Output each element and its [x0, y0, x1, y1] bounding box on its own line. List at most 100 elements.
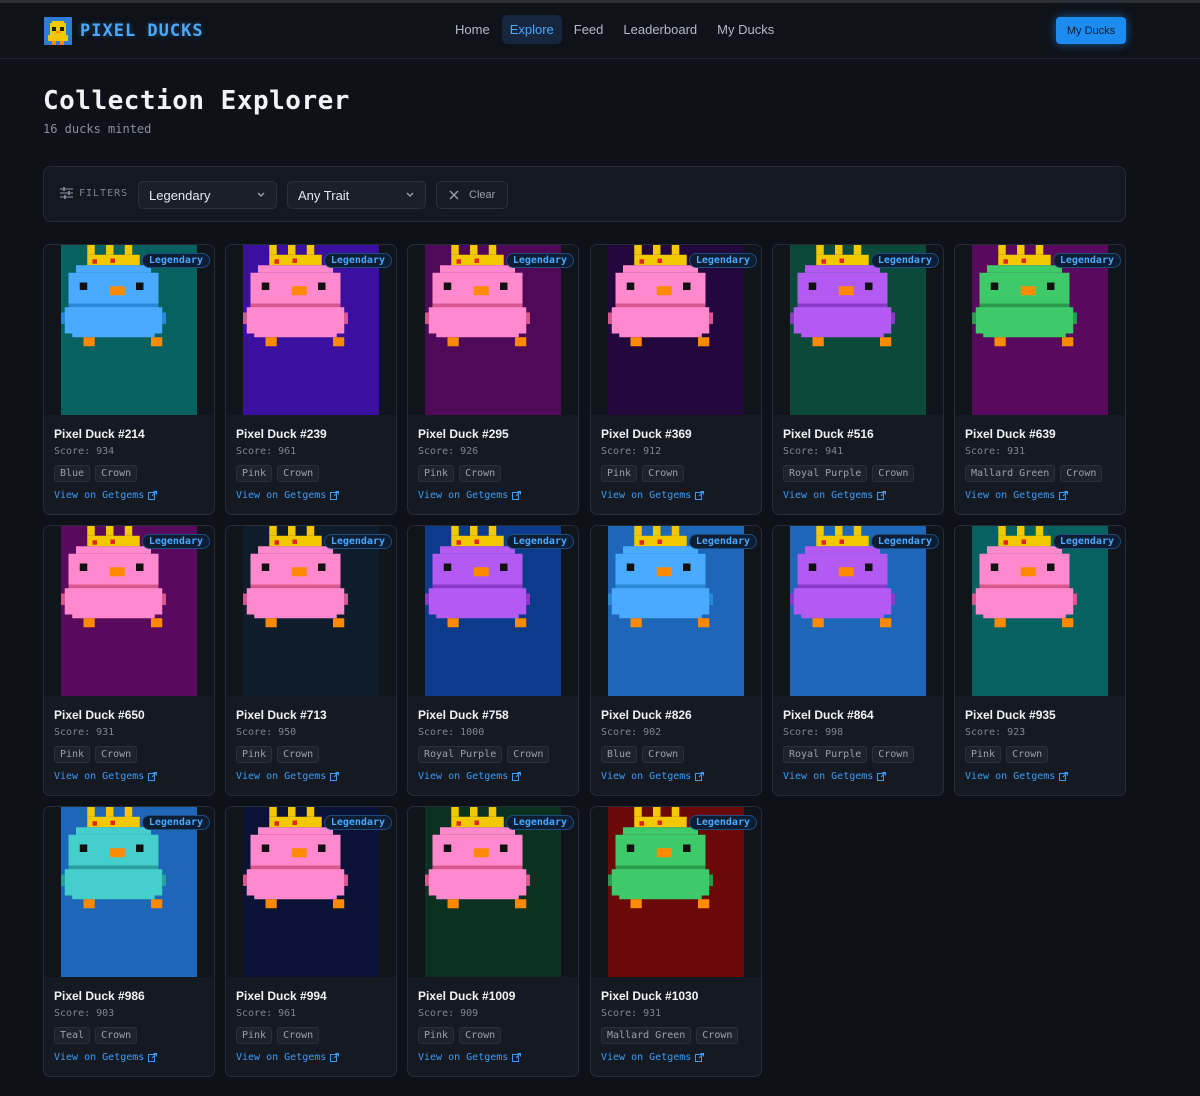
duck-artwork[interactable]: Legendary [226, 526, 396, 696]
nav-my-ducks[interactable]: My Ducks [709, 15, 782, 44]
trait-tag-color: Teal [54, 1027, 91, 1044]
duck-card[interactable]: Legendary Pixel Duck #516 Score: 941 Roy… [772, 244, 944, 515]
duck-name: Pixel Duck #516 [783, 427, 874, 441]
trait-tags: Pink Crown [965, 746, 1049, 763]
duck-art [61, 245, 197, 415]
view-on-getgems-link[interactable]: View on Getgems [965, 771, 1069, 782]
duck-card[interactable]: Legendary Pixel Duck #650 Score: 931 Pin… [43, 525, 215, 796]
view-on-getgems-link[interactable]: View on Getgems [418, 1052, 522, 1063]
view-on-getgems-link[interactable]: View on Getgems [965, 490, 1069, 501]
nav-leaderboard[interactable]: Leaderboard [615, 15, 705, 44]
duck-artwork[interactable]: Legendary [591, 245, 761, 415]
duck-score: Score: 934 [54, 446, 115, 457]
view-on-getgems-link[interactable]: View on Getgems [236, 490, 340, 501]
trait-tags: Pink Crown [236, 1027, 320, 1044]
duck-card[interactable]: Legendary Pixel Duck #994 Score: 961 Pin… [225, 806, 397, 1077]
trait-tag-accessory: Crown [459, 1027, 502, 1044]
sliders-icon [60, 187, 73, 199]
duck-card[interactable]: Legendary Pixel Duck #935 Score: 923 Pin… [954, 525, 1126, 796]
nav-explore[interactable]: Explore [501, 15, 562, 44]
duck-artwork[interactable]: Legendary [955, 526, 1125, 696]
view-on-getgems-link[interactable]: View on Getgems [236, 1052, 340, 1063]
trait-tag-accessory: Crown [95, 1027, 138, 1044]
view-on-getgems-link[interactable]: View on Getgems [54, 1052, 158, 1063]
top-navbar: PIXEL DUCKS Home Explore Feed Leaderboar… [0, 3, 1200, 59]
duck-art [608, 245, 744, 415]
trait-tag-color: Mallard Green [965, 465, 1056, 482]
duck-score: Score: 1000 [418, 727, 485, 738]
duck-score: Score: 931 [601, 1008, 662, 1019]
duck-card[interactable]: Legendary Pixel Duck #295 Score: 926 Pin… [407, 244, 579, 515]
external-link-icon [512, 1053, 522, 1062]
duck-name: Pixel Duck #1030 [601, 989, 699, 1003]
duck-artwork[interactable]: Legendary [226, 245, 396, 415]
trait-select[interactable]: Any Trait [287, 181, 426, 209]
view-on-getgems-link[interactable]: View on Getgems [601, 771, 705, 782]
rarity-badge: Legendary [141, 253, 210, 268]
duck-artwork[interactable]: Legendary [408, 807, 578, 977]
view-on-getgems-link[interactable]: View on Getgems [54, 490, 158, 501]
trait-tag-accessory: Crown [696, 1027, 739, 1044]
duck-art [425, 526, 561, 696]
trait-tag-accessory: Crown [642, 465, 685, 482]
trait-tag-accessory: Crown [872, 465, 915, 482]
view-on-getgems-link[interactable]: View on Getgems [601, 1052, 705, 1063]
trait-tag-accessory: Crown [95, 746, 138, 763]
duck-artwork[interactable]: Legendary [773, 526, 943, 696]
duck-art [243, 526, 379, 696]
my-ducks-button[interactable]: My Ducks [1056, 17, 1126, 44]
trait-tag-accessory: Crown [642, 746, 685, 763]
trait-tag-color: Pink [236, 746, 273, 763]
duck-card[interactable]: Legendary Pixel Duck #639 Score: 931 Mal… [954, 244, 1126, 515]
clear-filters-button[interactable]: Clear [436, 181, 508, 209]
trait-tag-color: Pink [965, 746, 1002, 763]
duck-artwork[interactable]: Legendary [408, 245, 578, 415]
rarity-badge: Legendary [870, 534, 939, 549]
trait-tags: Royal Purple Crown [418, 746, 550, 763]
external-link-icon [1059, 772, 1069, 781]
brand-logo[interactable]: PIXEL DUCKS [44, 17, 204, 45]
duck-artwork[interactable]: Legendary [44, 526, 214, 696]
duck-artwork[interactable]: Legendary [773, 245, 943, 415]
external-link-icon [695, 1053, 705, 1062]
duck-artwork[interactable]: Legendary [44, 245, 214, 415]
trait-tags: Pink Crown [236, 746, 320, 763]
nav-feed[interactable]: Feed [566, 15, 612, 44]
duck-card[interactable]: Legendary Pixel Duck #826 Score: 902 Blu… [590, 525, 762, 796]
duck-artwork[interactable]: Legendary [44, 807, 214, 977]
view-on-getgems-link[interactable]: View on Getgems [783, 771, 887, 782]
duck-card[interactable]: Legendary Pixel Duck #1009 Score: 909 Pi… [407, 806, 579, 1077]
duck-artwork[interactable]: Legendary [955, 245, 1125, 415]
duck-score: Score: 931 [54, 727, 115, 738]
view-on-getgems-link[interactable]: View on Getgems [418, 771, 522, 782]
duck-card[interactable]: Legendary Pixel Duck #239 Score: 961 Pin… [225, 244, 397, 515]
view-on-getgems-link[interactable]: View on Getgems [236, 771, 340, 782]
duck-artwork[interactable]: Legendary [591, 807, 761, 977]
duck-artwork[interactable]: Legendary [591, 526, 761, 696]
trait-tag-accessory: Crown [507, 746, 550, 763]
duck-card[interactable]: Legendary Pixel Duck #713 Score: 950 Pin… [225, 525, 397, 796]
trait-tags: Blue Crown [54, 465, 138, 482]
duck-artwork[interactable]: Legendary [408, 526, 578, 696]
view-on-getgems-link[interactable]: View on Getgems [54, 771, 158, 782]
rarity-select[interactable]: Legendary [138, 181, 277, 209]
view-on-getgems-link[interactable]: View on Getgems [783, 490, 887, 501]
nav-home[interactable]: Home [447, 15, 498, 44]
duck-card[interactable]: Legendary Pixel Duck #369 Score: 912 Pin… [590, 244, 762, 515]
rarity-badge: Legendary [688, 815, 757, 830]
duck-art [243, 807, 379, 977]
external-link-icon [1059, 491, 1069, 500]
main-nav: Home Explore Feed Leaderboard My Ducks [447, 15, 782, 44]
duck-card[interactable]: Legendary Pixel Duck #986 Score: 903 Tea… [43, 806, 215, 1077]
rarity-badge: Legendary [323, 253, 392, 268]
duck-artwork[interactable]: Legendary [226, 807, 396, 977]
trait-tags: Mallard Green Crown [965, 465, 1103, 482]
duck-card[interactable]: Legendary Pixel Duck #1030 Score: 931 Ma… [590, 806, 762, 1077]
view-on-getgems-link[interactable]: View on Getgems [418, 490, 522, 501]
trait-tag-accessory: Crown [459, 465, 502, 482]
duck-name: Pixel Duck #864 [783, 708, 874, 722]
duck-card[interactable]: Legendary Pixel Duck #864 Score: 998 Roy… [772, 525, 944, 796]
view-on-getgems-link[interactable]: View on Getgems [601, 490, 705, 501]
duck-card[interactable]: Legendary Pixel Duck #758 Score: 1000 Ro… [407, 525, 579, 796]
duck-card[interactable]: Legendary Pixel Duck #214 Score: 934 Blu… [43, 244, 215, 515]
